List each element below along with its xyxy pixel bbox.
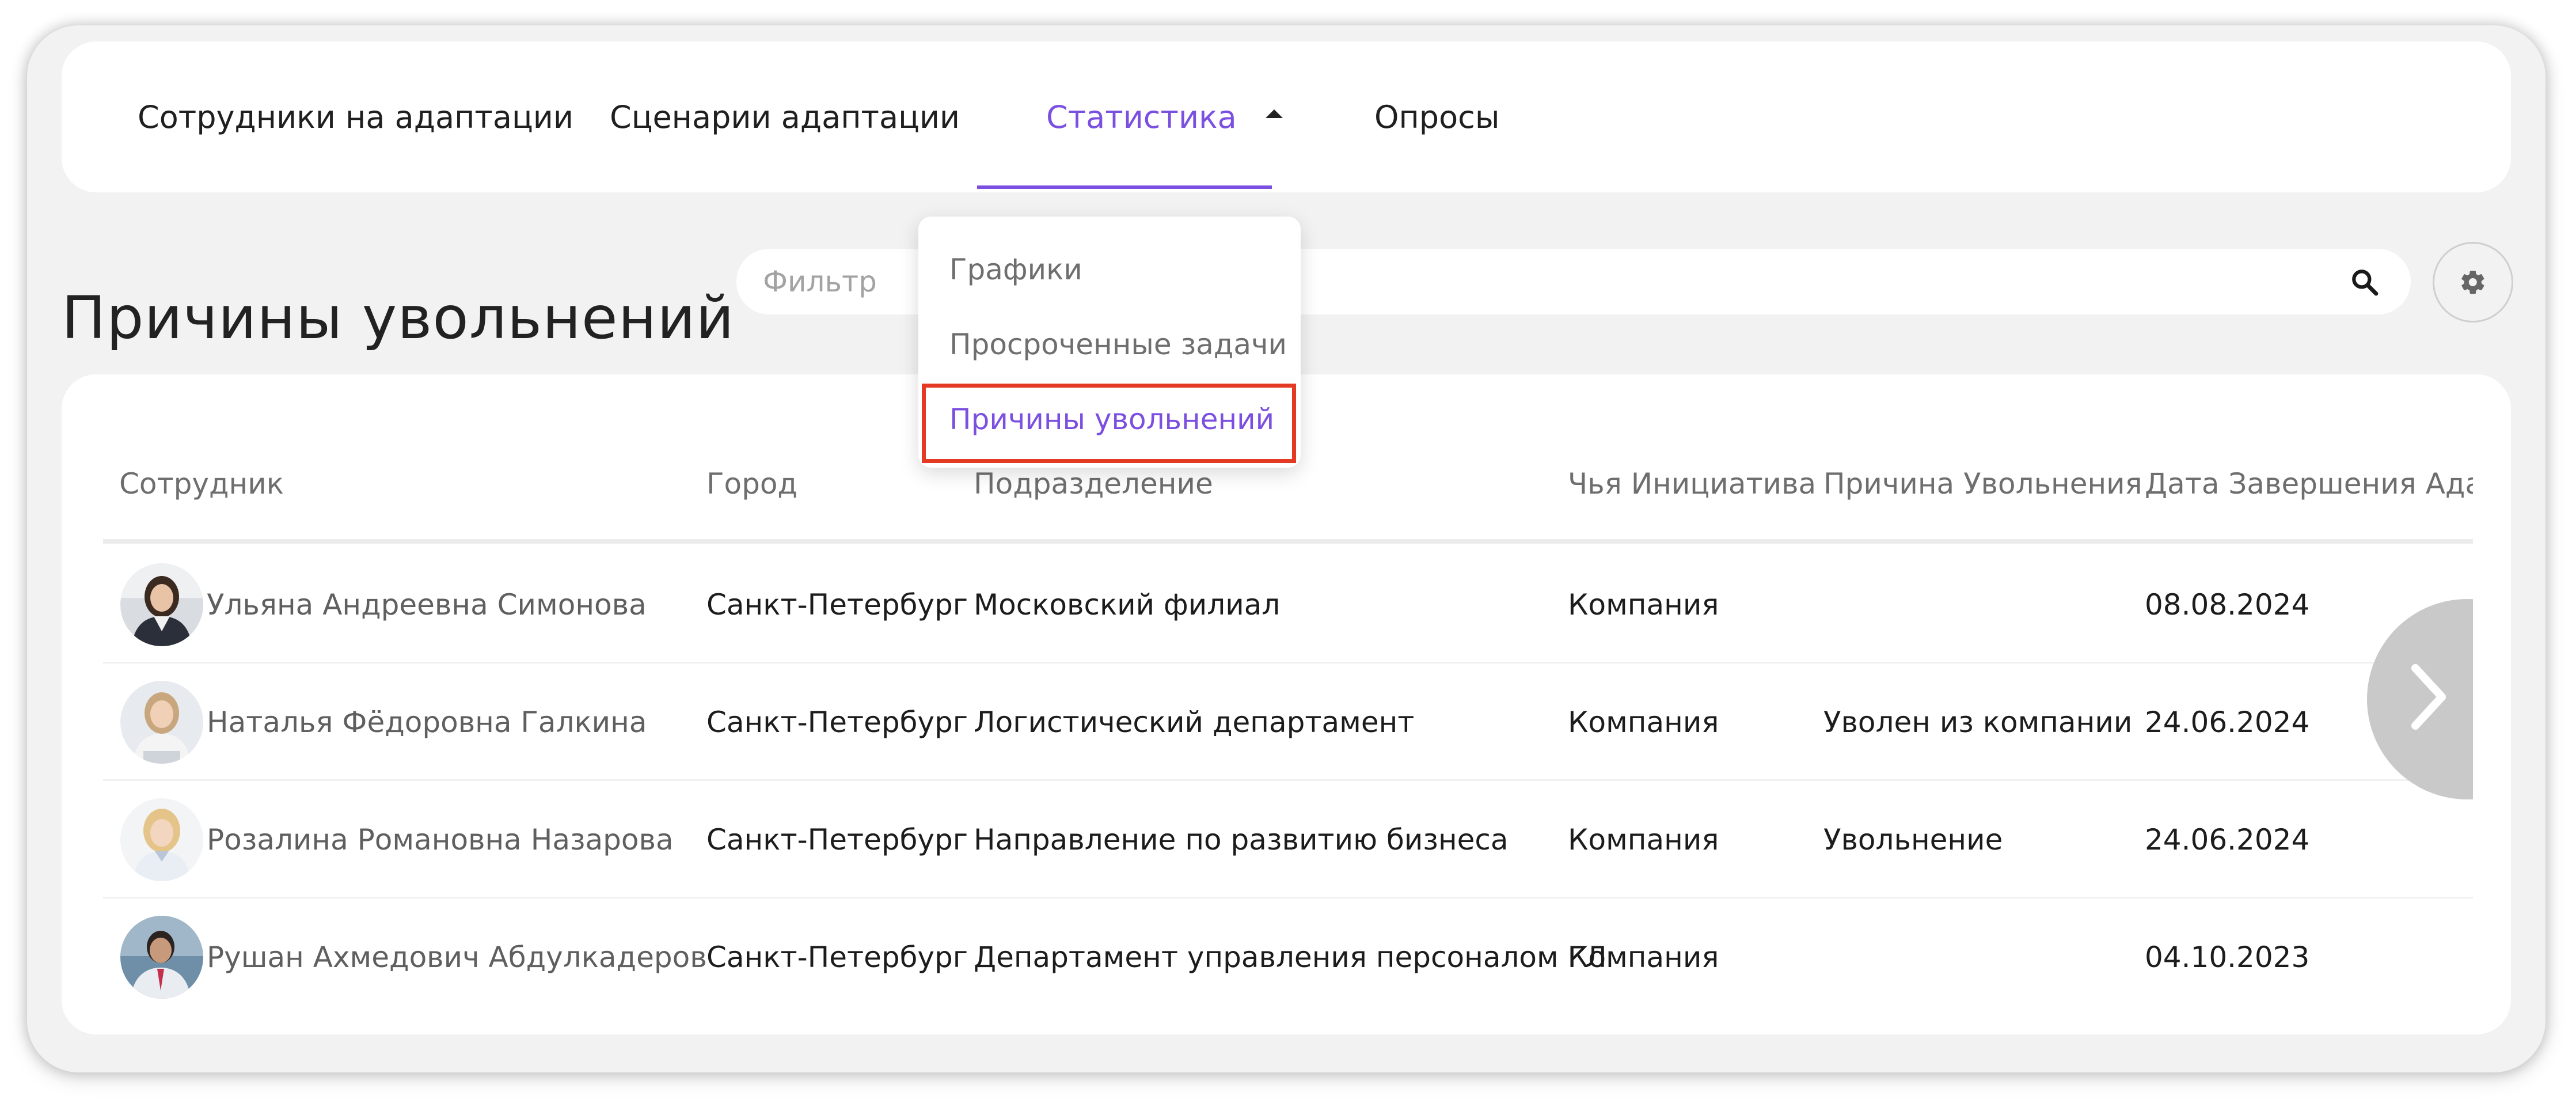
chevron-right-icon: [2411, 664, 2446, 730]
table-row[interactable]: Розалина Романовна Назарова Санкт-Петерб…: [103, 781, 2473, 899]
column-header-initiative[interactable]: Чья Инициатива: [1568, 467, 1816, 501]
avatar: [120, 916, 203, 999]
tab-label: Статистика: [1046, 98, 1237, 135]
tab-employees-on-adaptation[interactable]: Сотрудники на адаптации: [138, 41, 573, 192]
top-navigation: Сотрудники на адаптации Сценарии адаптац…: [62, 41, 2511, 192]
table-row[interactable]: Наталья Фёдоровна Галкина Санкт-Петербур…: [103, 664, 2473, 781]
tab-label: Сценарии адаптации: [610, 98, 960, 135]
tab-surveys[interactable]: Опросы: [1374, 41, 1499, 192]
employee-name[interactable]: Ульяна Андреевна Симонова: [207, 546, 647, 664]
caret-up-icon: [1265, 109, 1283, 118]
city-cell: Санкт-Петербург: [706, 941, 968, 974]
card-edge: [2473, 374, 2511, 1034]
app-window: Сотрудники на адаптации Сценарии адаптац…: [27, 25, 2545, 1072]
active-tab-indicator: [977, 185, 1272, 189]
department-cell: Московский филиал: [974, 588, 1281, 621]
initiative-cell: Компания: [1568, 588, 1719, 621]
initiative-cell: Компания: [1568, 823, 1719, 856]
search-icon[interactable]: [2350, 267, 2379, 296]
settings-button[interactable]: [2433, 242, 2513, 323]
tab-label: Опросы: [1374, 98, 1500, 135]
gear-icon: [2461, 270, 2484, 294]
initiative-cell: Компания: [1568, 941, 1719, 974]
column-header-city[interactable]: Город: [706, 467, 797, 501]
department-cell: Логистический департамент: [974, 706, 1415, 739]
city-cell: Санкт-Петербург: [706, 588, 968, 621]
employee-name[interactable]: Наталья Фёдоровна Галкина: [207, 664, 647, 781]
end-date-cell: 24.06.2024: [2145, 706, 2310, 739]
reason-cell: Уволен из компании: [1823, 706, 2133, 739]
header-divider: [103, 539, 2473, 544]
table-row[interactable]: Рушан Ахмедович Абдулкадеров Санкт-Петер…: [103, 899, 2473, 1016]
avatar: [120, 798, 203, 881]
column-header-end-date[interactable]: Дата Завершения Адапт: [2145, 467, 2511, 501]
initiative-cell: Компания: [1568, 706, 1719, 739]
tab-adaptation-scenarios[interactable]: Сценарии адаптации: [610, 41, 960, 192]
city-cell: Санкт-Петербург: [706, 706, 968, 739]
department-cell: Департамент управления персоналом ГЛ: [974, 941, 1607, 974]
highlight-annotation: [922, 384, 1296, 463]
column-header-reason[interactable]: Причина Увольнения: [1823, 467, 2142, 501]
reason-cell: Увольнение: [1823, 823, 2003, 856]
table-row[interactable]: Ульяна Андреевна Симонова Санкт-Петербур…: [103, 546, 2473, 664]
avatar: [120, 563, 203, 646]
page-title: Причины увольнений: [62, 284, 735, 353]
employee-name[interactable]: Розалина Романовна Назарова: [207, 781, 674, 899]
end-date-cell: 24.06.2024: [2145, 823, 2310, 856]
tab-statistics[interactable]: Статистика: [1046, 41, 1283, 192]
menu-item-overdue-tasks[interactable]: Просроченные задачи: [949, 327, 1287, 362]
column-header-department[interactable]: Подразделение: [974, 467, 1213, 501]
department-cell: Направление по развитию бизнеса: [974, 823, 1509, 856]
tab-label: Сотрудники на адаптации: [138, 98, 573, 135]
column-header-employee[interactable]: Сотрудник: [119, 467, 284, 501]
employee-name[interactable]: Рушан Ахмедович Абдулкадеров: [207, 899, 707, 1016]
menu-item-charts[interactable]: Графики: [949, 252, 1082, 287]
avatar: [120, 681, 203, 764]
city-cell: Санкт-Петербург: [706, 823, 968, 856]
end-date-cell: 04.10.2023: [2145, 941, 2310, 974]
table-card: Сотрудник Город Подразделение Чья Инициа…: [62, 374, 2511, 1034]
end-date-cell: 08.08.2024: [2145, 588, 2310, 621]
